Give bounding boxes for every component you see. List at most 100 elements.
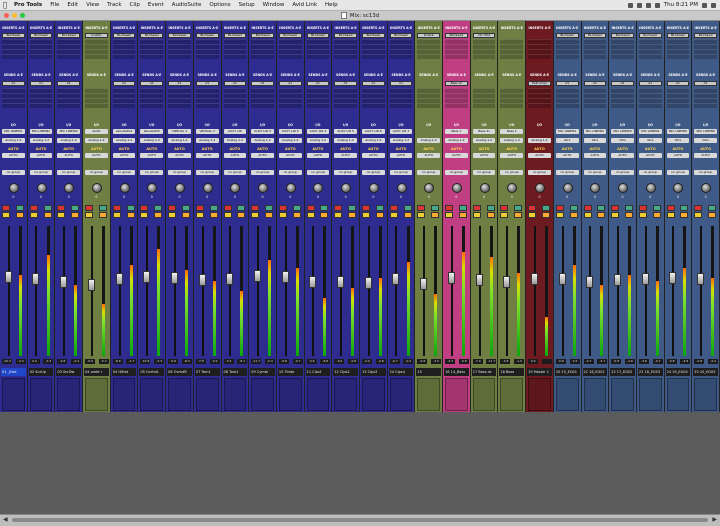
track-name[interactable]: 25 20_EG05 bbox=[693, 368, 718, 376]
send-slot[interactable]: A1 bbox=[638, 81, 662, 86]
input-monitor-button[interactable] bbox=[514, 205, 523, 211]
send-slot[interactable]: A1 bbox=[251, 81, 274, 86]
output-selector[interactable]: Analog 1-2 bbox=[500, 138, 524, 143]
send-slot-empty[interactable] bbox=[251, 103, 274, 108]
automation-mode[interactable]: AUTO bbox=[251, 153, 274, 158]
record-button[interactable] bbox=[445, 205, 454, 211]
send-slot-empty[interactable] bbox=[583, 103, 607, 108]
automation-mode[interactable]: AUTO bbox=[362, 153, 385, 158]
group-selector[interactable]: no group bbox=[2, 170, 25, 175]
input-selector[interactable]: AUXY LIR bbox=[223, 129, 247, 134]
insert-slot-empty[interactable] bbox=[555, 54, 579, 59]
send-slot[interactable]: A1 bbox=[2, 81, 25, 86]
menu-audiosuite[interactable]: AudioSuite bbox=[168, 2, 206, 8]
group-selector[interactable]: no group bbox=[694, 170, 717, 175]
send-slot-empty[interactable] bbox=[29, 103, 53, 108]
track-name[interactable]: 12 Clps2 bbox=[333, 368, 358, 376]
menu-options[interactable]: Options bbox=[205, 2, 234, 8]
group-selector[interactable]: no group bbox=[528, 170, 551, 175]
output-selector[interactable]: Analog 1-2 bbox=[334, 138, 357, 143]
solo-button[interactable] bbox=[362, 212, 370, 218]
group-selector[interactable]: no group bbox=[334, 170, 357, 175]
clock[interactable]: Thu 8:21 PM bbox=[664, 2, 698, 8]
insert-slot[interactable]: BLCSawil bbox=[445, 33, 468, 38]
group-selector[interactable]: no group bbox=[223, 170, 247, 175]
send-slot[interactable]: A1 bbox=[29, 81, 53, 86]
automation-mode[interactable]: AUTO bbox=[666, 153, 690, 158]
group-selector[interactable]: no group bbox=[112, 170, 136, 175]
pan-knob[interactable] bbox=[590, 183, 601, 193]
insert-slot[interactable]: BLCSawil bbox=[666, 33, 690, 38]
volume-fader[interactable] bbox=[226, 273, 234, 286]
send-slot[interactable]: A1 bbox=[583, 81, 607, 86]
record-button[interactable] bbox=[195, 205, 204, 211]
menu-window[interactable]: Window bbox=[259, 2, 289, 8]
solo-button[interactable] bbox=[57, 212, 66, 218]
volume-fader[interactable] bbox=[198, 274, 206, 287]
pan-knob[interactable] bbox=[230, 183, 241, 193]
insert-slot-empty[interactable] bbox=[140, 54, 164, 59]
insert-slot-empty[interactable] bbox=[666, 54, 690, 59]
send-slot[interactable]: A1 bbox=[334, 81, 357, 86]
insert-slot[interactable]: BLCSawil bbox=[362, 33, 385, 38]
track-name[interactable]: 17 Bass dc bbox=[471, 368, 497, 376]
input-selector[interactable]: MIC LINEIN3 bbox=[57, 129, 81, 134]
send-slot[interactable]: A1 bbox=[611, 81, 634, 86]
insert-slot-empty[interactable] bbox=[528, 54, 551, 59]
menu-help[interactable]: Help bbox=[321, 2, 342, 8]
group-selector[interactable]: no group bbox=[638, 170, 662, 175]
input-monitor-button[interactable] bbox=[320, 205, 329, 211]
input-monitor-button[interactable] bbox=[126, 205, 135, 211]
battery-icon[interactable] bbox=[654, 2, 660, 8]
input-selector[interactable]: aboutLRV4 bbox=[112, 129, 136, 134]
insert-slot[interactable]: BLCSawil bbox=[223, 33, 247, 38]
solo-button[interactable] bbox=[500, 212, 509, 218]
track-name[interactable]: 02 SnrUp bbox=[28, 368, 54, 376]
comments-field[interactable] bbox=[638, 378, 662, 411]
mute-button[interactable] bbox=[431, 212, 440, 218]
automation-mode[interactable]: AUTO bbox=[417, 153, 441, 158]
automation-mode[interactable]: AUTO bbox=[611, 153, 634, 158]
volume-fader[interactable] bbox=[420, 277, 428, 290]
mute-button[interactable] bbox=[71, 212, 80, 218]
output-selector[interactable]: Analog 1-2 bbox=[417, 138, 441, 143]
automation-mode[interactable]: AUTO bbox=[85, 153, 108, 158]
pan-knob[interactable] bbox=[396, 183, 407, 193]
solo-button[interactable] bbox=[583, 212, 592, 218]
automation-mode[interactable]: AUTO bbox=[2, 153, 25, 158]
send-slot-empty[interactable] bbox=[306, 103, 330, 108]
group-selector[interactable]: no group bbox=[445, 170, 468, 175]
input-selector[interactable]: AUXY LIR 6 bbox=[362, 129, 385, 134]
solo-button[interactable] bbox=[666, 212, 675, 218]
comments-field[interactable] bbox=[362, 378, 385, 411]
automation-mode[interactable]: AUTO bbox=[278, 153, 302, 158]
group-selector[interactable]: no group bbox=[500, 170, 524, 175]
mute-button[interactable] bbox=[98, 212, 107, 218]
comments-field[interactable] bbox=[57, 378, 81, 411]
comments-field[interactable] bbox=[29, 378, 53, 411]
input-monitor-button[interactable] bbox=[375, 205, 384, 211]
insert-slot[interactable]: BLCSawil bbox=[29, 33, 53, 38]
volume-fader[interactable] bbox=[392, 273, 400, 286]
insert-slot[interactable]: BLCSawil bbox=[2, 33, 25, 38]
insert-slot[interactable]: DC Ufnt bbox=[472, 33, 496, 38]
send-slot[interactable]: A1 bbox=[278, 81, 302, 86]
mute-button[interactable] bbox=[181, 212, 190, 218]
record-button[interactable] bbox=[334, 205, 343, 211]
group-selector[interactable]: no group bbox=[29, 170, 53, 175]
send-slot-empty[interactable] bbox=[611, 103, 634, 108]
solo-button[interactable] bbox=[472, 212, 481, 218]
output-selector[interactable]: Analog 1-2 bbox=[140, 138, 164, 143]
mute-button[interactable] bbox=[375, 212, 384, 218]
input-selector[interactable]: MIC LINEIN1 bbox=[555, 129, 579, 134]
volume-icon[interactable] bbox=[645, 2, 651, 8]
scroll-thumb[interactable] bbox=[12, 518, 708, 522]
send-slot[interactable]: A1 bbox=[389, 81, 413, 86]
menu-view[interactable]: View bbox=[82, 2, 103, 8]
send-slot[interactable]: A1 bbox=[694, 81, 717, 86]
comments-field[interactable] bbox=[306, 378, 330, 411]
menu-clip[interactable]: Clip bbox=[126, 2, 144, 8]
comments-field[interactable] bbox=[445, 378, 468, 411]
solo-button[interactable] bbox=[694, 212, 703, 218]
group-selector[interactable]: no group bbox=[140, 170, 164, 175]
